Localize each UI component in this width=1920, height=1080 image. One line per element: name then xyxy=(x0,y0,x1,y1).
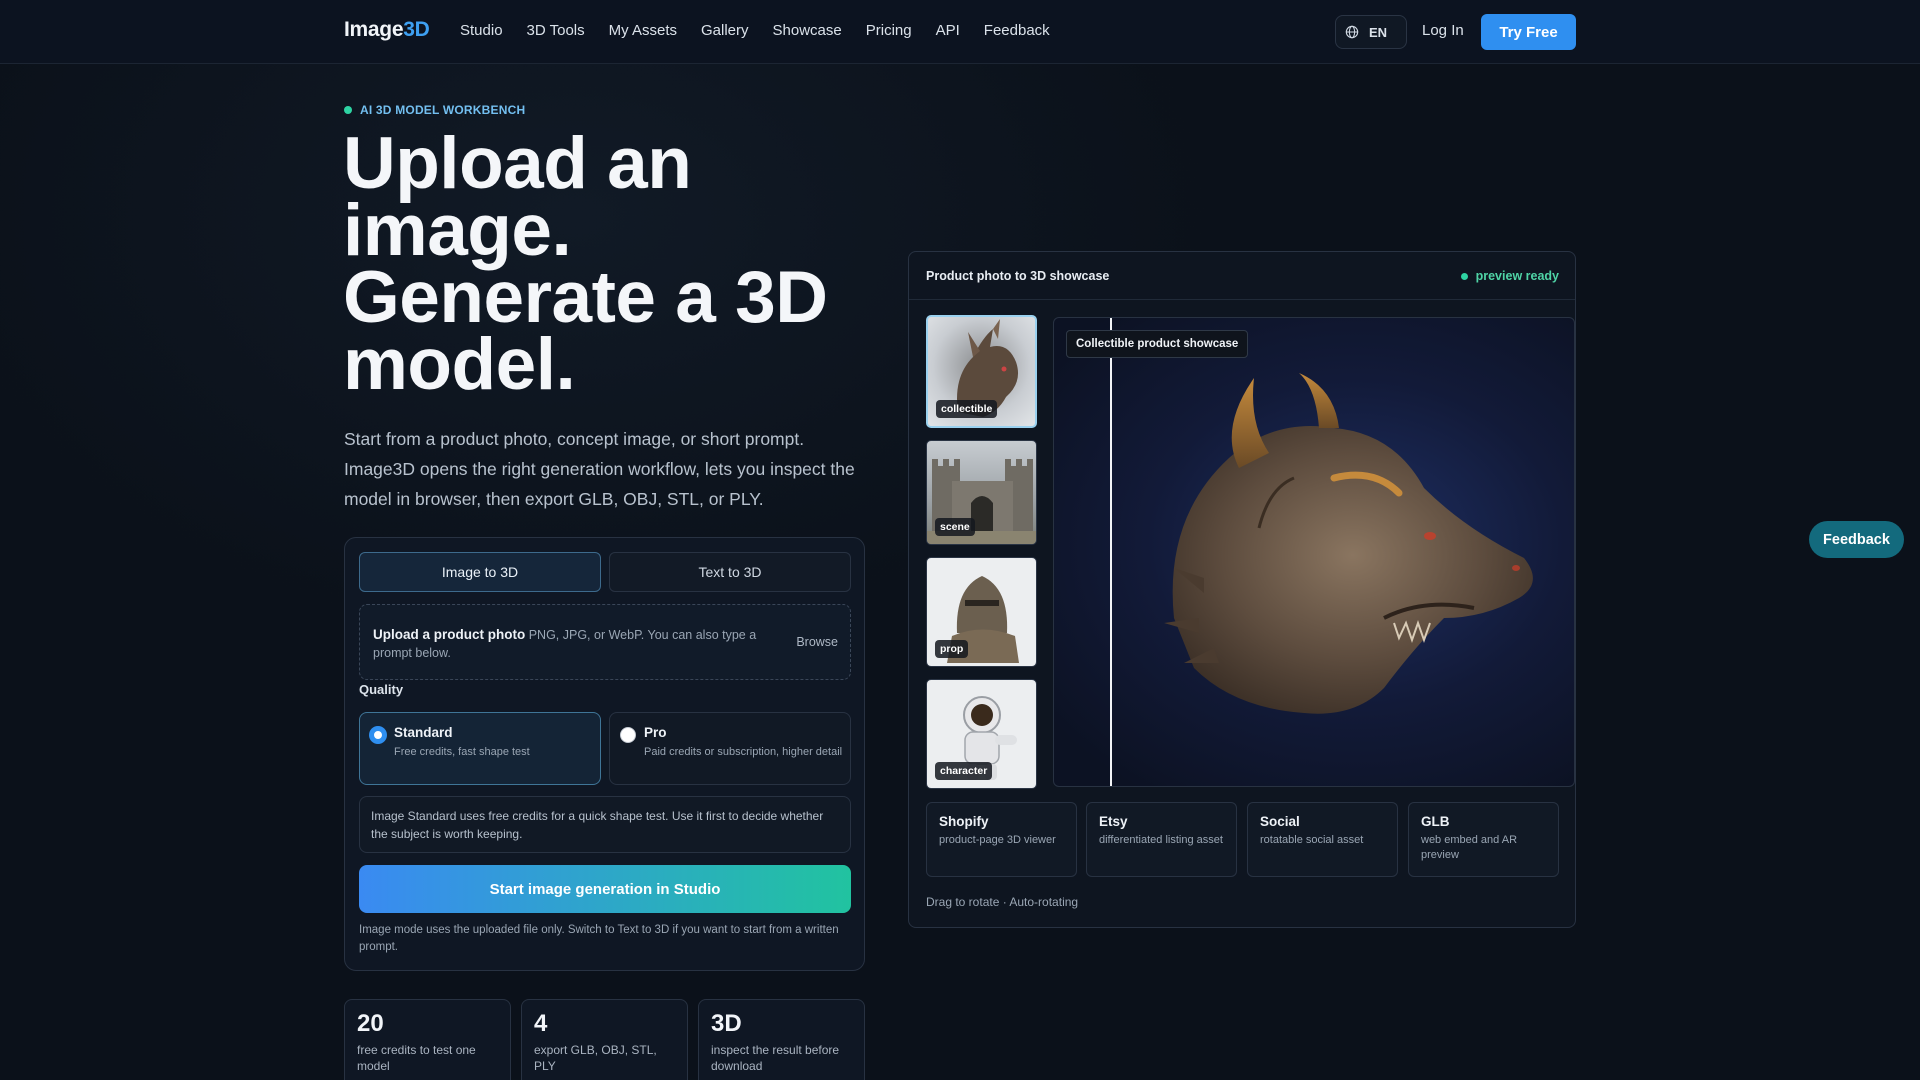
nav-link-api[interactable]: API xyxy=(936,22,960,39)
stat-number: 4 xyxy=(534,1010,548,1037)
dragon-model-image xyxy=(1164,373,1533,714)
try-free-button[interactable]: Try Free xyxy=(1481,14,1576,50)
stat-card: 3D inspect the result before download xyxy=(698,999,865,1080)
browse-button[interactable]: Browse xyxy=(796,635,838,649)
language-label: EN xyxy=(1369,24,1388,40)
hero-subtitle: Start from a product photo, concept imag… xyxy=(344,429,855,509)
stat-number: 20 xyxy=(357,1010,384,1037)
platform-desc: web embed and AR preview xyxy=(1421,834,1518,861)
platform-title: Social xyxy=(1260,814,1300,829)
status-text: preview ready xyxy=(1475,269,1559,283)
compare-slider-handle[interactable] xyxy=(1110,318,1112,786)
nav-link-3d-tools[interactable]: 3D Tools xyxy=(527,22,585,39)
stat-label: free credits to test one model xyxy=(357,1043,476,1073)
floating-feedback-button[interactable]: Feedback xyxy=(1809,521,1904,558)
eyebrow: AI 3D MODEL WORKBENCH xyxy=(344,103,525,117)
thumbnail-label: collectible xyxy=(936,400,998,418)
platform-desc: rotatable social asset xyxy=(1260,834,1364,846)
platform-card-shopify: Shopify product-page 3D viewer xyxy=(926,802,1077,877)
platform-title: Etsy xyxy=(1099,814,1128,829)
thumbnail-collectible[interactable]: collectible xyxy=(926,315,1037,428)
quality-title: Pro xyxy=(644,725,667,740)
status-dot-icon xyxy=(1460,272,1468,280)
nav-link-pricing[interactable]: Pricing xyxy=(866,22,912,39)
platform-title: GLB xyxy=(1421,814,1450,829)
logo-text: Image xyxy=(344,18,404,41)
upload-title: Upload a product photo xyxy=(373,627,526,642)
thumbnail-label: prop xyxy=(935,640,969,658)
start-generation-button[interactable]: Start image generation in Studio xyxy=(359,865,851,913)
eyebrow-text: AI 3D MODEL WORKBENCH xyxy=(360,103,526,117)
viewer-label: Collectible product showcase xyxy=(1066,330,1249,358)
platform-card-glb: GLB web embed and AR preview xyxy=(1408,802,1559,877)
quality-note: Image Standard uses free credits for a q… xyxy=(359,796,851,853)
platform-card-etsy: Etsy differentiated listing asset xyxy=(1086,802,1237,877)
showcase-panel: Product photo to 3D showcase preview rea… xyxy=(908,251,1576,928)
globe-icon xyxy=(1345,25,1359,39)
mode-note: Image mode uses the uploaded file only. … xyxy=(359,924,839,953)
nav-links: Studio 3D Tools My Assets Gallery Showca… xyxy=(460,22,1074,39)
tab-text-to-3d[interactable]: Text to 3D xyxy=(609,552,851,592)
platform-card-social: Social rotatable social asset xyxy=(1247,802,1398,877)
nav-link-gallery[interactable]: Gallery xyxy=(701,22,749,39)
quality-option-pro[interactable]: Pro Paid credits or subscription, higher… xyxy=(609,712,851,785)
login-link[interactable]: Log In xyxy=(1422,22,1464,39)
tab-image-to-3d[interactable]: Image to 3D xyxy=(359,552,601,592)
thumbnail-scene[interactable]: scene xyxy=(926,440,1037,545)
nav-link-studio[interactable]: Studio xyxy=(460,22,503,39)
stat-number: 3D xyxy=(711,1010,742,1037)
platform-title: Shopify xyxy=(939,814,989,829)
quality-title: Standard xyxy=(394,725,453,740)
logo[interactable]: Image3D xyxy=(344,18,430,42)
nav-link-feedback[interactable]: Feedback xyxy=(984,22,1050,39)
logo-accent: 3D xyxy=(403,18,430,41)
3d-viewer[interactable]: Collectible product showcase xyxy=(1053,317,1575,787)
page-title: Upload an image. Generate a 3D model. xyxy=(343,123,828,405)
language-selector[interactable]: EN xyxy=(1335,15,1407,49)
nav-link-showcase[interactable]: Showcase xyxy=(773,22,842,39)
quality-label: Quality xyxy=(359,682,404,697)
status-dot-icon xyxy=(344,106,352,114)
nav-link-my-assets[interactable]: My Assets xyxy=(609,22,677,39)
generator-card: Image to 3D Text to 3D Upload a product … xyxy=(344,537,865,971)
upload-dropzone[interactable]: Upload a product photo PNG, JPG, or WebP… xyxy=(359,604,851,680)
quality-desc: Free credits, fast shape test xyxy=(394,746,530,758)
platform-desc: differentiated listing asset xyxy=(1099,834,1223,846)
stat-label: inspect the result before download xyxy=(711,1043,840,1073)
quality-option-standard[interactable]: Standard Free credits, fast shape test xyxy=(359,712,601,785)
viewer-hint: Drag to rotate · Auto-rotating xyxy=(926,895,1079,909)
showcase-title: Product photo to 3D showcase xyxy=(926,269,1110,283)
stat-label: export GLB, OBJ, STL, PLY xyxy=(534,1043,657,1073)
status-badge: preview ready xyxy=(1460,269,1559,283)
showcase-header: Product photo to 3D showcase preview rea… xyxy=(909,252,1575,300)
stat-card: 4 export GLB, OBJ, STL, PLY xyxy=(521,999,688,1080)
radio-unselected-icon[interactable] xyxy=(620,727,636,743)
top-nav: Image3D Studio 3D Tools My Assets Galler… xyxy=(0,0,1920,64)
stat-card: 20 free credits to test one model xyxy=(344,999,511,1080)
thumbnail-label: scene xyxy=(935,518,975,536)
quality-desc: Paid credits or subscription, higher det… xyxy=(644,746,843,758)
thumbnail-prop[interactable]: prop xyxy=(926,557,1037,667)
thumbnail-label: character xyxy=(935,762,993,780)
radio-selected-icon[interactable] xyxy=(370,727,386,743)
thumbnail-character[interactable]: character xyxy=(926,679,1037,789)
platform-desc: product-page 3D viewer xyxy=(939,834,1056,846)
upload-text: Upload a product photo PNG, JPG, or WebP… xyxy=(373,626,773,662)
